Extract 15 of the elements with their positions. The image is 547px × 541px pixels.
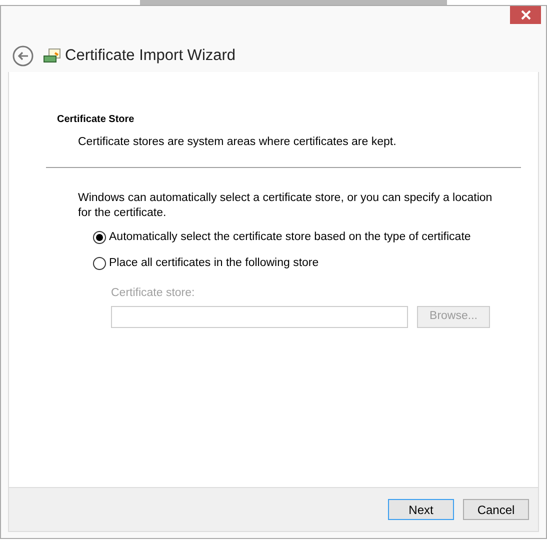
option-label[interactable]: Place all certificates in the following store bbox=[109, 254, 319, 272]
field-label: Certificate store: bbox=[111, 286, 196, 301]
dialog-button[interactable]: Cancel bbox=[463, 499, 529, 520]
close-button[interactable] bbox=[510, 6, 541, 24]
close-icon bbox=[520, 10, 530, 20]
section-description: Certificate stores are system areas where certificates are kept. bbox=[78, 135, 398, 150]
back-icon[interactable] bbox=[12, 44, 34, 66]
dialog-button[interactable]: Next bbox=[388, 499, 454, 520]
radio-button[interactable] bbox=[93, 231, 106, 244]
section-title: Certificate Store bbox=[57, 113, 136, 127]
radio-button[interactable] bbox=[93, 256, 106, 270]
window-title: Certificate Import Wizard bbox=[65, 46, 236, 66]
option-label[interactable]: Automatically select the certificate store based on the type of certificate bbox=[109, 229, 471, 246]
certificate-icon bbox=[43, 46, 61, 64]
intro-text: Windows can automatically select a certificate store, or you can specify a location for the certificate. bbox=[78, 191, 494, 222]
